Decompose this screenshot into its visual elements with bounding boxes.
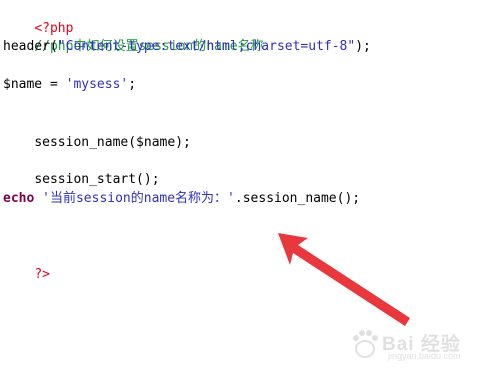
header-string: "Content-type:text/html;charset=utf-8" [57,39,356,54]
code-line-1: <?php [3,0,73,36]
baidu-jingyan-watermark: Bai 经验 jingyan.baidu.com [348,325,466,365]
code-line-9: session_start(); [3,151,159,187]
code-line-11: echo '当前session的name名称为：'.session_name()… [3,189,360,208]
code-line-2: //php中如何设置session的name名称 [3,18,263,54]
paw-icon [353,330,378,358]
name-assignment: $name = [3,77,66,92]
watermark-url: jingyan.baidu.com [388,351,461,361]
echo-concat-call: .session_name(); [234,191,361,206]
echo-keyword: echo [3,191,35,206]
header-call: header( [3,39,58,54]
name-string: 'mysess' [65,77,129,92]
code-line-7: session_name($name); [3,114,191,150]
code-line-3: header("Content-type:text/html;charset=u… [3,37,371,56]
code-editor[interactable]: <?php //php中如何设置session的name名称 header("C… [0,0,478,373]
echo-space [34,191,42,206]
echo-string: '当前session的name名称为：' [42,191,235,206]
header-call-end: ); [355,39,371,54]
code-line-14: ?> [3,246,50,282]
php-close-tag: ?> [34,267,50,282]
session-start-call: session_start(); [34,172,160,187]
session-name-call: session_name($name); [34,135,191,150]
name-assignment-end: ; [128,77,137,92]
code-line-5: $name = 'mysess'; [3,75,136,94]
